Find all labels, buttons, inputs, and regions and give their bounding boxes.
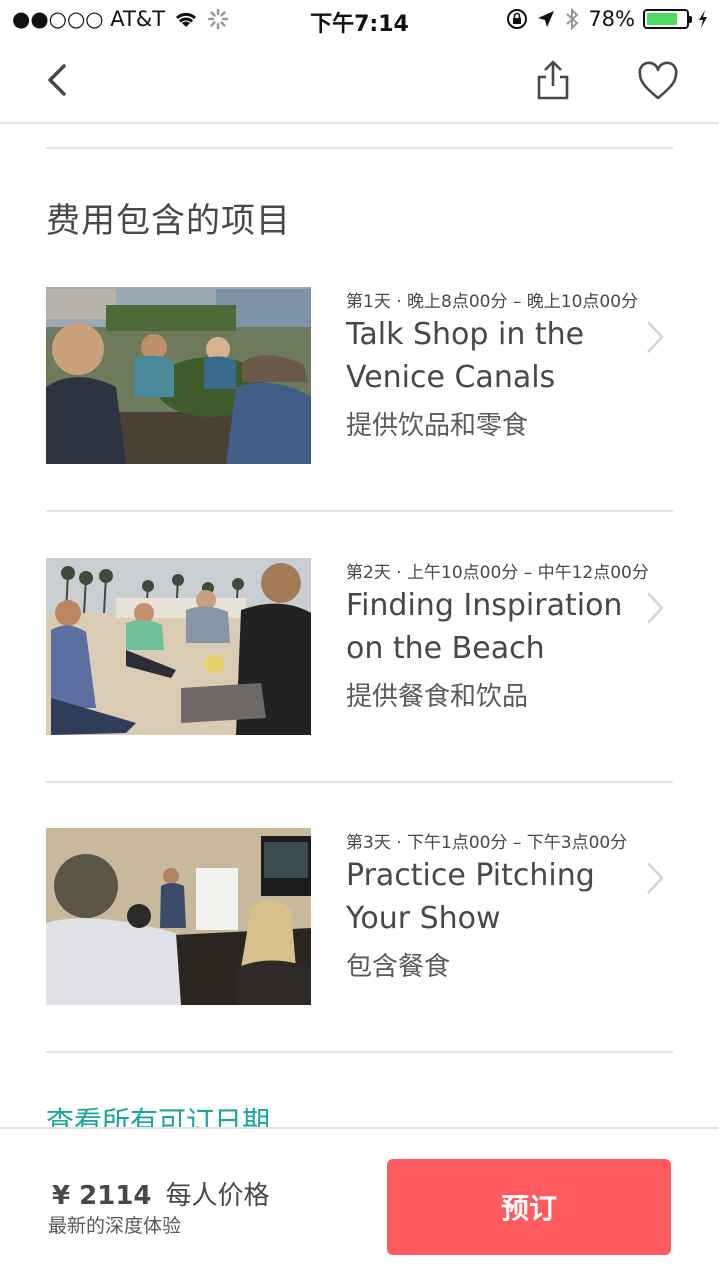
location-arrow-icon bbox=[538, 11, 555, 27]
back-button[interactable] bbox=[38, 58, 78, 102]
charging-bolt-icon bbox=[699, 10, 707, 28]
venice-canals-photo bbox=[46, 287, 311, 464]
chevron-right-icon bbox=[647, 321, 664, 353]
divider bbox=[46, 1051, 673, 1053]
book-button[interactable]: 预订 bbox=[387, 1159, 671, 1255]
share-button[interactable] bbox=[530, 58, 576, 104]
item-time: 第1天 · 晚上8点00分 – 晚上10点00分 bbox=[346, 292, 639, 312]
section-title: 费用包含的项目 bbox=[46, 201, 291, 241]
price: ¥ 2114 bbox=[52, 1181, 152, 1211]
meeting-room-photo bbox=[46, 828, 311, 1005]
nav-bar bbox=[0, 40, 719, 124]
status-right: 78% bbox=[506, 7, 709, 31]
status-bar: ●●○○○ AT&T 下午7:14 78% bbox=[0, 0, 719, 40]
item-title: Talk Shop in the Venice Canals bbox=[346, 317, 585, 395]
item-title: Practice Pitching Your Show bbox=[346, 858, 595, 936]
bluetooth-icon bbox=[566, 7, 579, 31]
divider bbox=[46, 510, 673, 512]
heart-button[interactable] bbox=[636, 60, 680, 104]
item-note: 提供餐食和饮品 bbox=[346, 682, 529, 712]
battery-fill bbox=[647, 13, 677, 25]
item-note: 包含餐食 bbox=[346, 952, 451, 982]
chevron-right-icon bbox=[647, 862, 664, 894]
itinerary-item[interactable]: 第3天 · 下午1点00分 – 下午3点00分 Practice Pitchin… bbox=[46, 828, 673, 1006]
booking-bar: ¥ 2114 每人价格 最新的深度体验 预订 bbox=[0, 1127, 719, 1280]
item-time: 第2天 · 上午10点00分 – 中午12点00分 bbox=[346, 563, 649, 583]
itinerary-item[interactable]: 第2天 · 上午10点00分 – 中午12点00分 Finding Inspir… bbox=[46, 558, 673, 736]
battery-percent: 78% bbox=[588, 7, 635, 31]
rotation-lock-icon bbox=[507, 9, 528, 29]
divider bbox=[46, 147, 673, 149]
price-subtitle: 最新的深度体验 bbox=[48, 1215, 182, 1237]
price-row: ¥ 2114 每人价格 bbox=[52, 1175, 270, 1212]
chevron-right-icon bbox=[647, 592, 664, 624]
item-title: Finding Inspiration on the Beach bbox=[346, 588, 623, 666]
itinerary-item[interactable]: 第1天 · 晚上8点00分 – 晚上10点00分 Talk Shop in th… bbox=[46, 287, 673, 465]
divider bbox=[46, 781, 673, 783]
item-note: 提供饮品和零食 bbox=[346, 411, 529, 441]
battery-icon bbox=[643, 9, 692, 29]
beach-photo bbox=[46, 558, 311, 735]
item-time: 第3天 · 下午1点00分 – 下午3点00分 bbox=[346, 833, 628, 853]
price-unit: 每人价格 bbox=[165, 1181, 270, 1211]
